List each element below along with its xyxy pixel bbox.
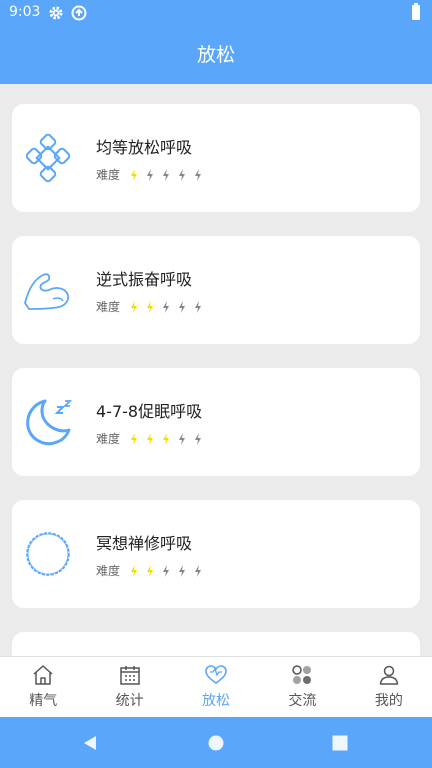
system-navigation-bar (0, 717, 432, 768)
nav-item-stats[interactable]: 统计 (86, 657, 172, 718)
calendar-icon (119, 666, 140, 685)
difficulty-bolts (126, 300, 206, 313)
exercise-card-sleep-breathing[interactable]: 4-7-8促眠呼吸 难度 (12, 368, 420, 476)
nav-item-profile[interactable]: 我的 (346, 657, 432, 718)
nav-label: 交流 (288, 693, 317, 709)
difficulty-rating: 难度 (96, 298, 206, 315)
lightning-active-icon (126, 168, 142, 181)
nav-item-relax[interactable]: 放松 (173, 657, 259, 718)
lightning-inactive-icon (190, 300, 206, 313)
exercise-name: 冥想禅修呼吸 (96, 534, 193, 553)
settings-gear-icon (49, 6, 63, 20)
nav-label: 放松 (202, 693, 231, 709)
flexed-arm-icon (24, 273, 70, 310)
lightning-inactive-icon (174, 300, 190, 313)
exercise-name: 4-7-8促眠呼吸 (96, 402, 203, 421)
nav-label: 我的 (374, 693, 403, 709)
difficulty-rating: 难度 (96, 430, 206, 447)
nav-item-home[interactable]: 精气 (0, 657, 86, 718)
bottom-navigation: 精气 统计 放松 交流 我的 (0, 656, 432, 718)
nav-label: 统计 (115, 693, 144, 709)
lightning-inactive-icon (174, 564, 190, 577)
lightning-inactive-icon (190, 432, 206, 445)
exercise-card-meditation-breathing[interactable]: 冥想禅修呼吸 难度 (12, 500, 420, 608)
home-button-icon[interactable] (207, 734, 225, 752)
sync-status-icon (71, 5, 87, 21)
lightning-inactive-icon (190, 564, 206, 577)
lightning-inactive-icon (174, 168, 190, 181)
lightning-active-icon (126, 432, 142, 445)
lightning-active-icon (126, 300, 142, 313)
nav-item-community[interactable]: 交流 (259, 657, 345, 718)
recents-button-icon[interactable] (331, 734, 349, 752)
exercise-name: 逆式振奋呼吸 (96, 270, 193, 289)
breathing-exercise-list[interactable]: 均等放松呼吸 难度 逆式振奋呼吸 难度 4-7-8促眠呼吸 难度 冥想禅修呼吸 … (0, 84, 432, 656)
battery-icon (412, 3, 420, 20)
lightning-active-icon (142, 564, 158, 577)
page-title: 放松 (196, 44, 235, 66)
lightning-active-icon (158, 432, 174, 445)
difficulty-label: 难度 (96, 432, 121, 446)
difficulty-rating: 难度 (96, 562, 206, 579)
community-icon (292, 665, 312, 684)
difficulty-bolts (126, 432, 206, 445)
knot-pattern-icon (25, 133, 71, 183)
lightning-active-icon (142, 300, 158, 313)
exercise-card-equal-breathing[interactable]: 均等放松呼吸 难度 (12, 104, 420, 212)
person-icon (379, 665, 399, 685)
difficulty-bolts (126, 168, 206, 181)
lightning-inactive-icon (174, 432, 190, 445)
lightning-inactive-icon (158, 300, 174, 313)
nav-label: 精气 (29, 693, 58, 709)
back-button-icon[interactable] (81, 734, 99, 752)
status-bar: 9:03 (0, 0, 432, 26)
lightning-inactive-icon (158, 564, 174, 577)
moon-sleep-icon (26, 399, 73, 446)
lightning-inactive-icon (142, 168, 158, 181)
exercise-name: 均等放松呼吸 (96, 138, 193, 157)
lightning-inactive-icon (158, 168, 174, 181)
app-bar: 放松 (0, 26, 432, 84)
difficulty-rating: 难度 (96, 166, 206, 183)
difficulty-bolts (126, 564, 206, 577)
difficulty-label: 难度 (96, 564, 121, 578)
difficulty-label: 难度 (96, 300, 121, 314)
lightning-inactive-icon (190, 168, 206, 181)
home-icon (33, 665, 53, 685)
lightning-active-icon (126, 564, 142, 577)
heart-icon (205, 665, 227, 684)
exercise-card-reverse-breathing[interactable]: 逆式振奋呼吸 难度 (12, 236, 420, 344)
status-time: 9:03 (9, 4, 41, 20)
lightning-active-icon (142, 432, 158, 445)
exercise-card-partial[interactable] (12, 632, 420, 656)
difficulty-label: 难度 (96, 168, 121, 182)
circle-wave-icon (26, 532, 70, 576)
